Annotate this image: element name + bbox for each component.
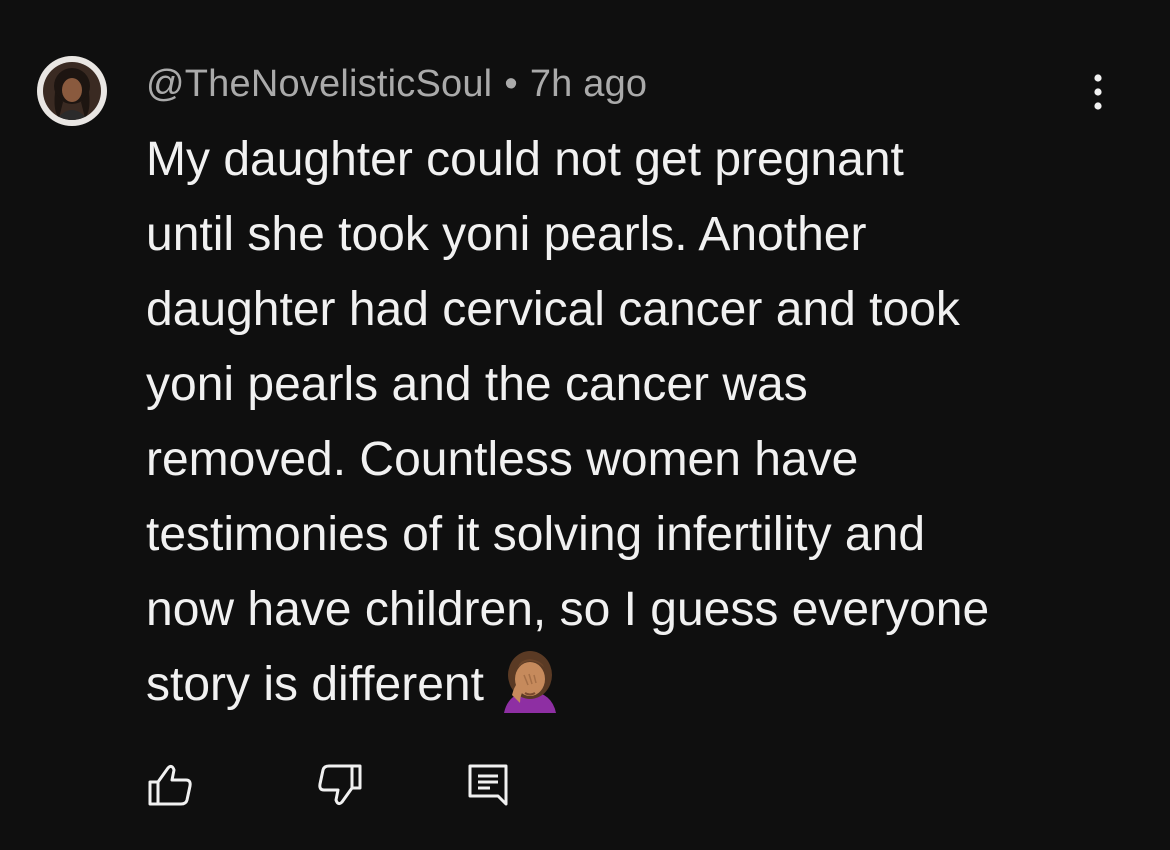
woman-facepalming-emoji [498,649,562,714]
comment-text-line: until she took yoni pearls. Another [146,208,867,261]
comment-text-line: My daughter could not get pregnant [146,133,904,186]
comment-text-line: removed. Countless women have [146,433,859,486]
thumbs-up-icon [148,764,192,806]
comment-header: @TheNovelisticSoul • 7h ago [146,62,647,106]
more-vertical-icon[interactable] [1084,70,1112,114]
comment-text-line: testimonies of it solving infertility an… [146,508,926,561]
comment-text-line: yoni pearls and the cancer was [146,358,808,411]
avatar-image [43,62,101,120]
comment-text-line-last: story is different [146,647,1136,722]
comment-text-line: now have children, so I guess everyone [146,583,990,636]
reply-button[interactable] [464,760,514,810]
avatar[interactable] [37,56,107,126]
comment-text-line: daughter had cervical cancer and took [146,283,960,336]
comment-text-line: story is different [146,658,484,711]
comment-item: @TheNovelisticSoul • 7h ago My daughter … [0,0,1170,850]
comment-text: My daughter could not get pregnant until… [146,122,1136,722]
dislike-button[interactable] [314,760,364,810]
like-button[interactable] [146,760,196,810]
comment-timestamp: 7h ago [529,62,648,105]
thumbs-down-icon [318,764,362,806]
reply-comment-icon [468,764,508,806]
header-separator: • [504,62,518,105]
author-name[interactable]: @TheNovelisticSoul [146,63,492,106]
